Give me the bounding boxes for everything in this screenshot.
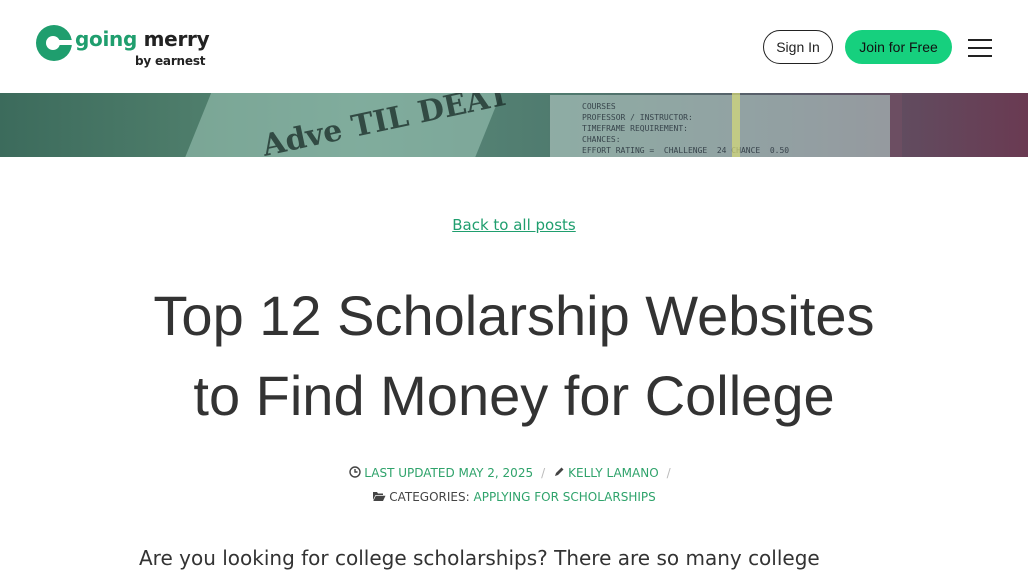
hero-pencil [732,93,740,157]
article-title-line1: Top 12 Scholarship Websites [153,284,875,347]
meta-row-1: LAST UPDATED MAY 2, 2025 / KELLY LAMANO / [0,461,1028,485]
meta-row-2: CATEGORIES: APPLYING FOR SCHOLARSHIPS [0,485,1028,509]
sign-in-button[interactable]: Sign In [763,30,833,64]
logo-word-merry: merry [143,27,210,51]
hamburger-menu-icon[interactable] [968,38,992,58]
article-intro: Are you looking for college scholarships… [139,546,820,570]
folder-open-icon [373,492,386,501]
key-icon [36,25,72,61]
going-merry-logo[interactable]: going merry by earnest [36,24,210,72]
categories-label: CATEGORIES: [389,490,470,504]
meta-separator: / [541,466,546,480]
author-link[interactable]: KELLY LAMANO [568,466,659,480]
join-for-free-button[interactable]: Join for Free [845,30,952,64]
clock-icon [349,466,361,478]
hero-rim [890,93,902,157]
back-to-all-posts-link[interactable]: Back to all posts [0,216,1028,234]
last-updated-date: LAST UPDATED MAY 2, 2025 [364,466,534,480]
site-header: going merry by earnest Sign In Join for … [0,0,1028,93]
pencil-icon [555,467,564,476]
article-title-line2: to Find Money for College [193,364,835,427]
hero-image: Adve TIL DEAT COURSES PROFESSOR / INSTRU… [0,93,1028,157]
hero-notebook-text: COURSES PROFESSOR / INSTRUCTOR: TIMEFRAM… [582,102,790,155]
meta-separator: / [666,466,671,480]
article-meta: LAST UPDATED MAY 2, 2025/ KELLY LAMANO / … [0,461,1028,509]
logo-wordmark: going merry [75,27,210,51]
article-title: Top 12 Scholarship Websites to Find Mone… [100,276,928,436]
logo-tagline: by earnest [135,54,206,68]
logo-word-going: going [75,27,137,51]
category-link[interactable]: APPLYING FOR SCHOLARSHIPS [474,490,656,504]
